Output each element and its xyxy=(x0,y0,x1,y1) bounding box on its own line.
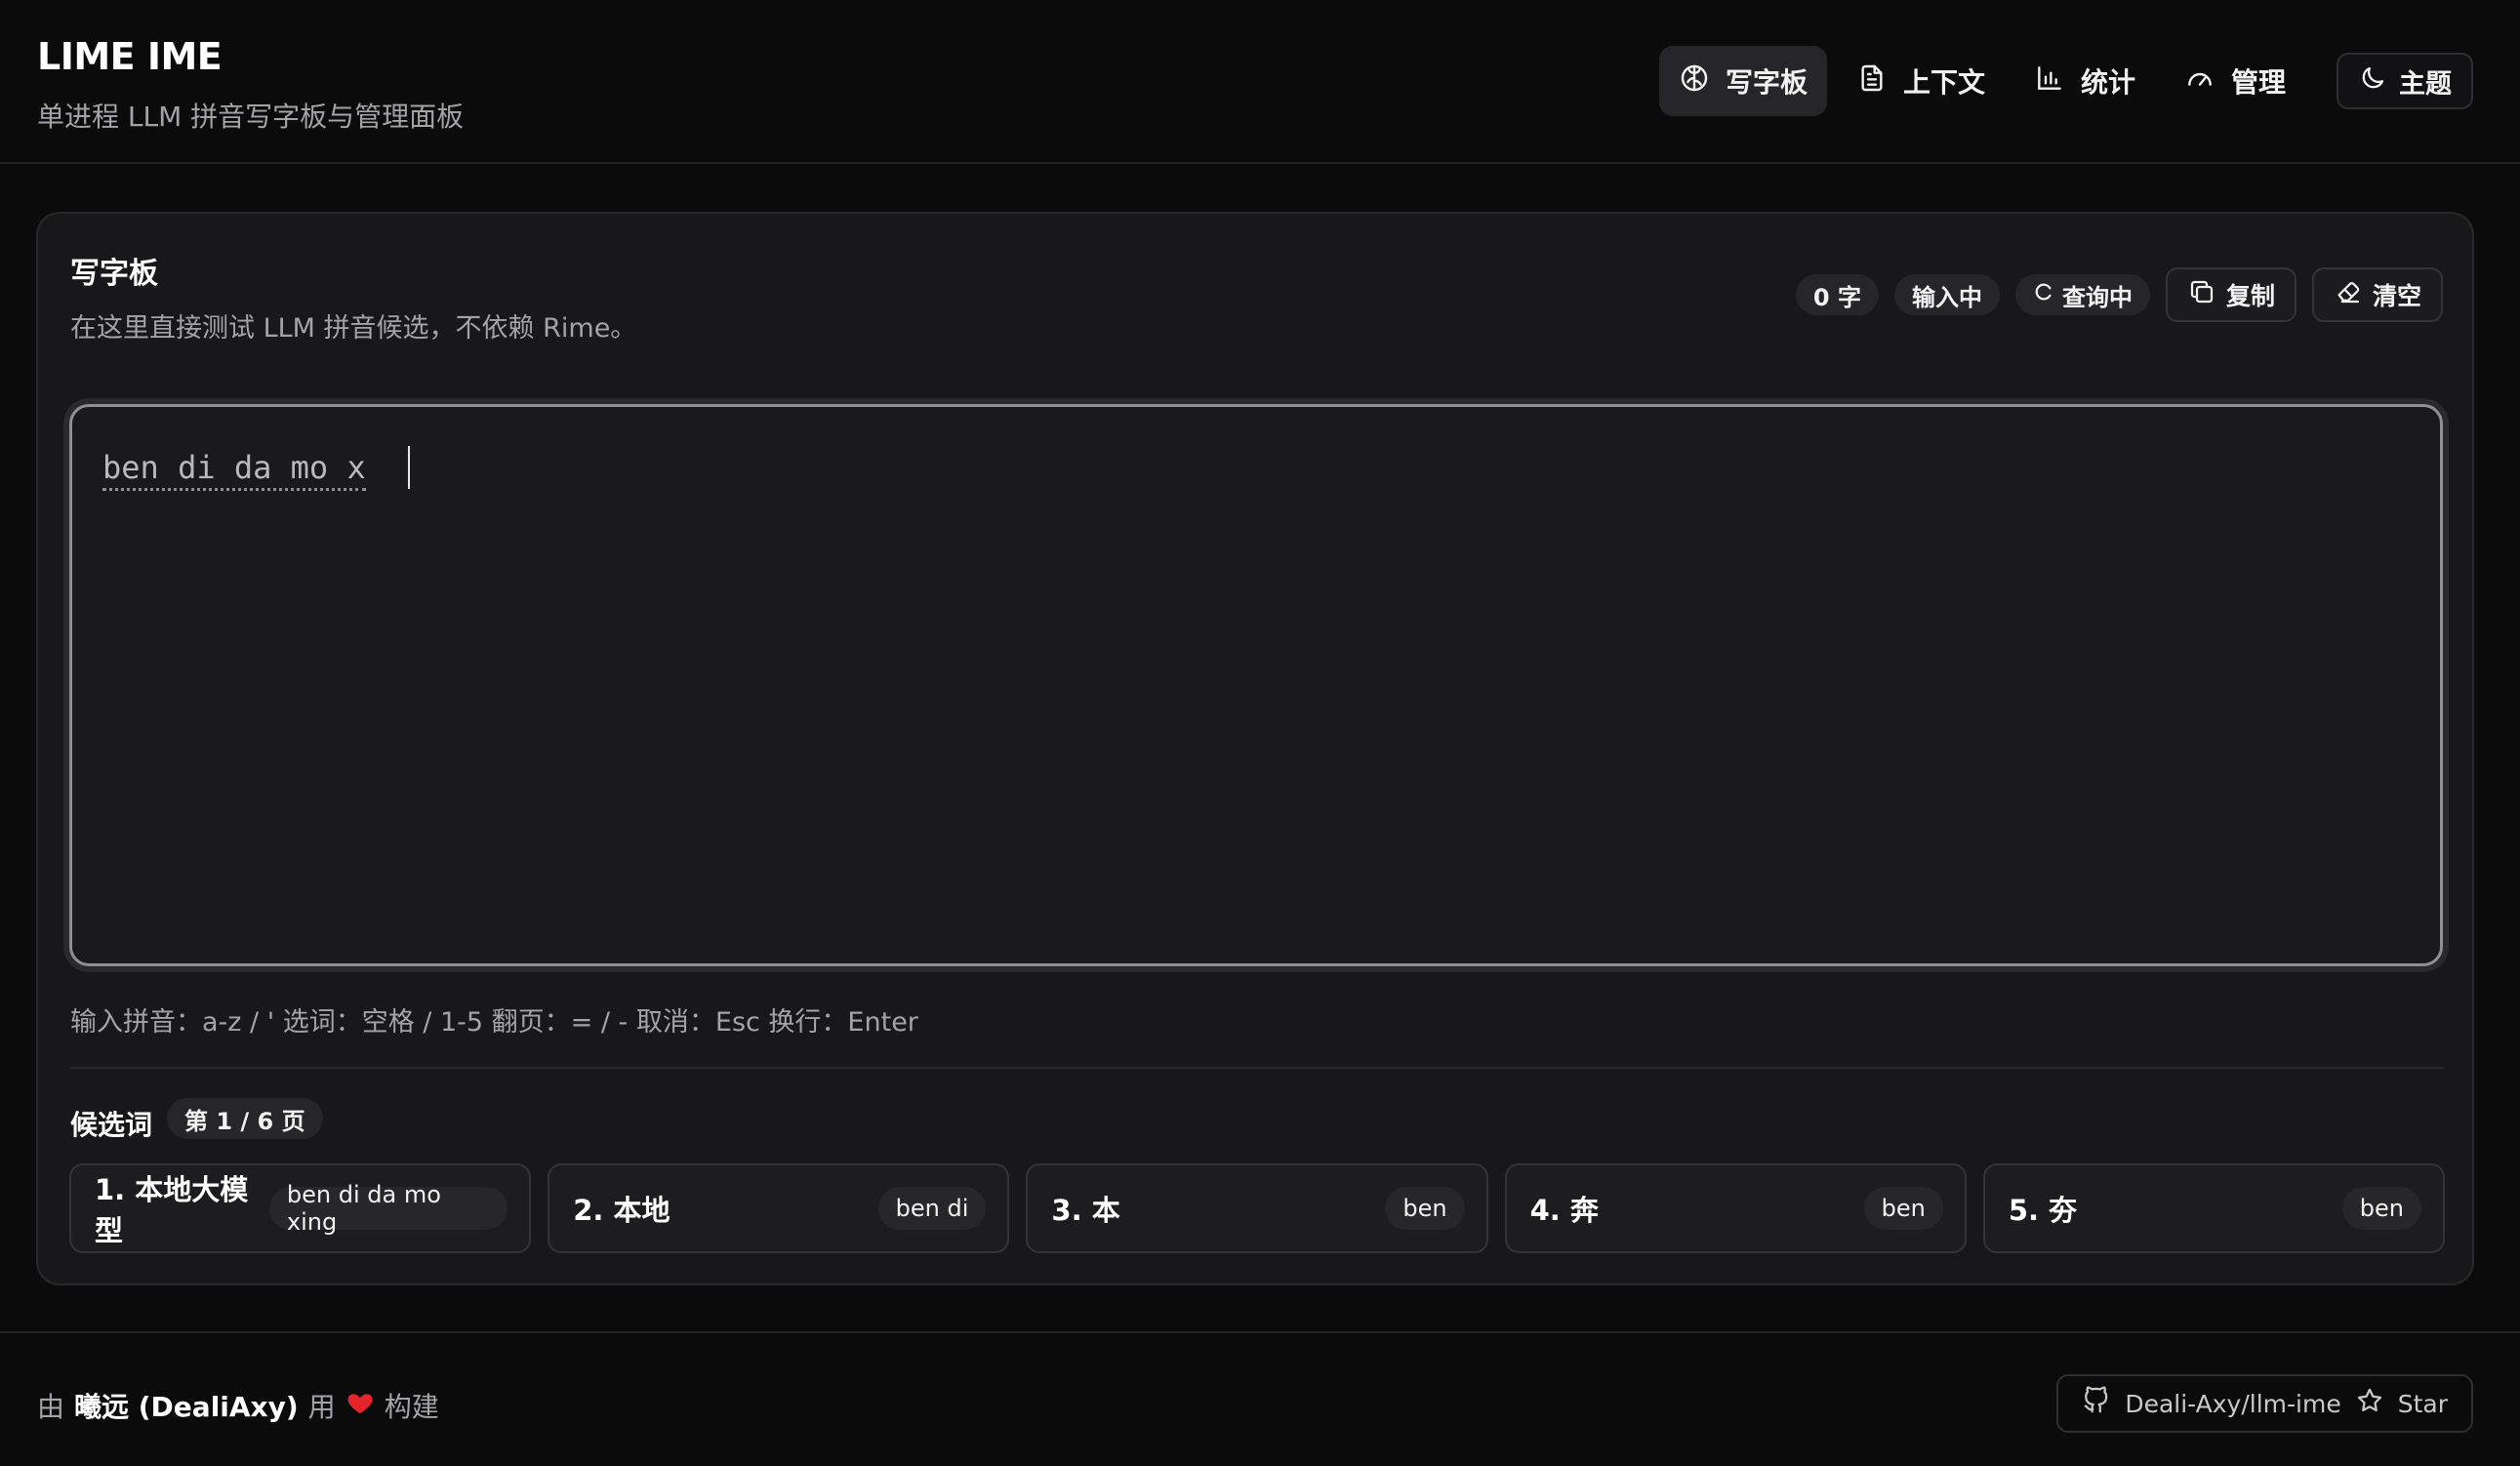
github-icon xyxy=(2082,1386,2111,1421)
app-header: LIME IME 单进程 LLM 拼音写字板与管理面板 写字板 上下文 统计 管… xyxy=(0,0,2520,164)
candidate-word: 3. 本 xyxy=(1051,1194,1120,1227)
query-status-badge: 查询中 xyxy=(2014,274,2150,315)
github-repo-button[interactable]: Deali-Axy/llm-ime Star xyxy=(2056,1374,2473,1433)
gauge-icon xyxy=(2184,62,2215,101)
eraser-icon xyxy=(2334,277,2363,312)
app-subtitle: 单进程 LLM 拼音写字板与管理面板 xyxy=(37,101,465,133)
nav-item-context[interactable]: 上下文 xyxy=(1837,46,2005,116)
candidate-item-3[interactable]: 3. 本 ben xyxy=(1026,1163,1488,1253)
candidates-label: 候选词 xyxy=(70,1109,153,1141)
author-link[interactable]: 曦远 (DealiAxy) xyxy=(74,1386,299,1425)
candidate-pinyin: ben di xyxy=(877,1187,987,1230)
candidate-item-5[interactable]: 5. 夯 ben xyxy=(1982,1163,2446,1253)
candidate-pinyin: ben xyxy=(1385,1187,1465,1230)
candidate-word: 4. 奔 xyxy=(1529,1194,1599,1227)
app-footer: 由 曦远 (DealiAxy) 用 构建 Deali-Axy/llm-ime S… xyxy=(0,1331,2520,1466)
nav-item-stats[interactable]: 统计 xyxy=(2014,46,2155,116)
page-indicator-badge: 第 1 / 6 页 xyxy=(167,1098,323,1139)
query-status-label: 查询中 xyxy=(2061,283,2133,311)
credit-prefix: 由 xyxy=(37,1391,65,1423)
star-label: Star xyxy=(2397,1389,2448,1418)
candidate-pinyin: ben xyxy=(2341,1187,2422,1230)
clear-button[interactable]: 清空 xyxy=(2311,267,2443,322)
text-caret xyxy=(408,446,410,489)
candidate-pinyin: ben xyxy=(1863,1187,1943,1230)
nav-item-label: 上下文 xyxy=(1902,66,1985,99)
pinyin-editor[interactable]: ben di da mo x xyxy=(69,404,2443,966)
loading-spinner-icon xyxy=(2033,281,2054,308)
composing-text: ben di da mo x xyxy=(102,449,366,492)
card-title: 写字板 xyxy=(70,257,158,291)
nav-item-admin[interactable]: 管理 xyxy=(2165,46,2305,116)
bar-chart-icon xyxy=(2034,62,2065,101)
document-icon xyxy=(1856,62,1888,101)
theme-button[interactable]: 主题 xyxy=(2337,53,2473,109)
clear-label: 清空 xyxy=(2372,282,2421,310)
repo-name: Deali-Axy/llm-ime xyxy=(2125,1389,2341,1418)
nav-item-label: 管理 xyxy=(2230,66,2286,99)
candidate-word: 5. 夯 xyxy=(2008,1194,2078,1227)
copy-label: 复制 xyxy=(2225,282,2275,310)
nav-item-label: 写字板 xyxy=(1725,66,1808,99)
divider xyxy=(70,1067,2444,1069)
candidate-item-2[interactable]: 2. 本地 ben di xyxy=(548,1163,1010,1253)
keyboard-hint: 输入拼音：a-z / ' 选词：空格 / 1-5 翻页：= / - 取消：Esc… xyxy=(70,1007,918,1038)
theme-label: 主题 xyxy=(2399,68,2452,100)
input-status-badge: 输入中 xyxy=(1893,274,2000,315)
card-subtitle: 在这里直接测试 LLM 拼音候选，不依赖 Rime。 xyxy=(70,313,637,344)
credit-line: 由 曦远 (DealiAxy) 用 构建 xyxy=(37,1386,439,1425)
nav-item-label: 统计 xyxy=(2080,66,2135,99)
copy-icon xyxy=(2187,277,2216,312)
star-icon xyxy=(2355,1386,2384,1421)
app-title: LIME IME xyxy=(37,35,223,78)
top-nav: 写字板 上下文 统计 管理 主题 xyxy=(1658,46,2473,116)
notepad-card: 写字板 在这里直接测试 LLM 拼音候选，不依赖 Rime。 0 字 输入中 查… xyxy=(36,212,2474,1285)
credit-middle: 用 xyxy=(307,1391,336,1423)
candidate-word: 2. 本地 xyxy=(573,1194,671,1227)
nav-item-notepad[interactable]: 写字板 xyxy=(1658,46,1827,116)
brain-icon xyxy=(1679,62,1710,101)
candidate-item-1[interactable]: 1. 本地大模型 ben di da mo xing xyxy=(69,1163,532,1253)
heart-icon xyxy=(345,1388,375,1424)
credit-suffix: 构建 xyxy=(384,1391,439,1423)
candidate-list: 1. 本地大模型 ben di da mo xing 2. 本地 ben di … xyxy=(69,1163,2446,1253)
moon-icon xyxy=(2358,63,2387,100)
copy-button[interactable]: 复制 xyxy=(2165,267,2296,322)
candidate-item-4[interactable]: 4. 奔 ben xyxy=(1504,1163,1967,1253)
candidate-pinyin: ben di da mo xing xyxy=(268,1181,508,1236)
card-toolbar: 0 字 输入中 查询中 复制 清空 xyxy=(1795,266,2443,323)
char-count-badge: 0 字 xyxy=(1795,274,1879,315)
candidate-word: 1. 本地大模型 xyxy=(95,1173,249,1247)
